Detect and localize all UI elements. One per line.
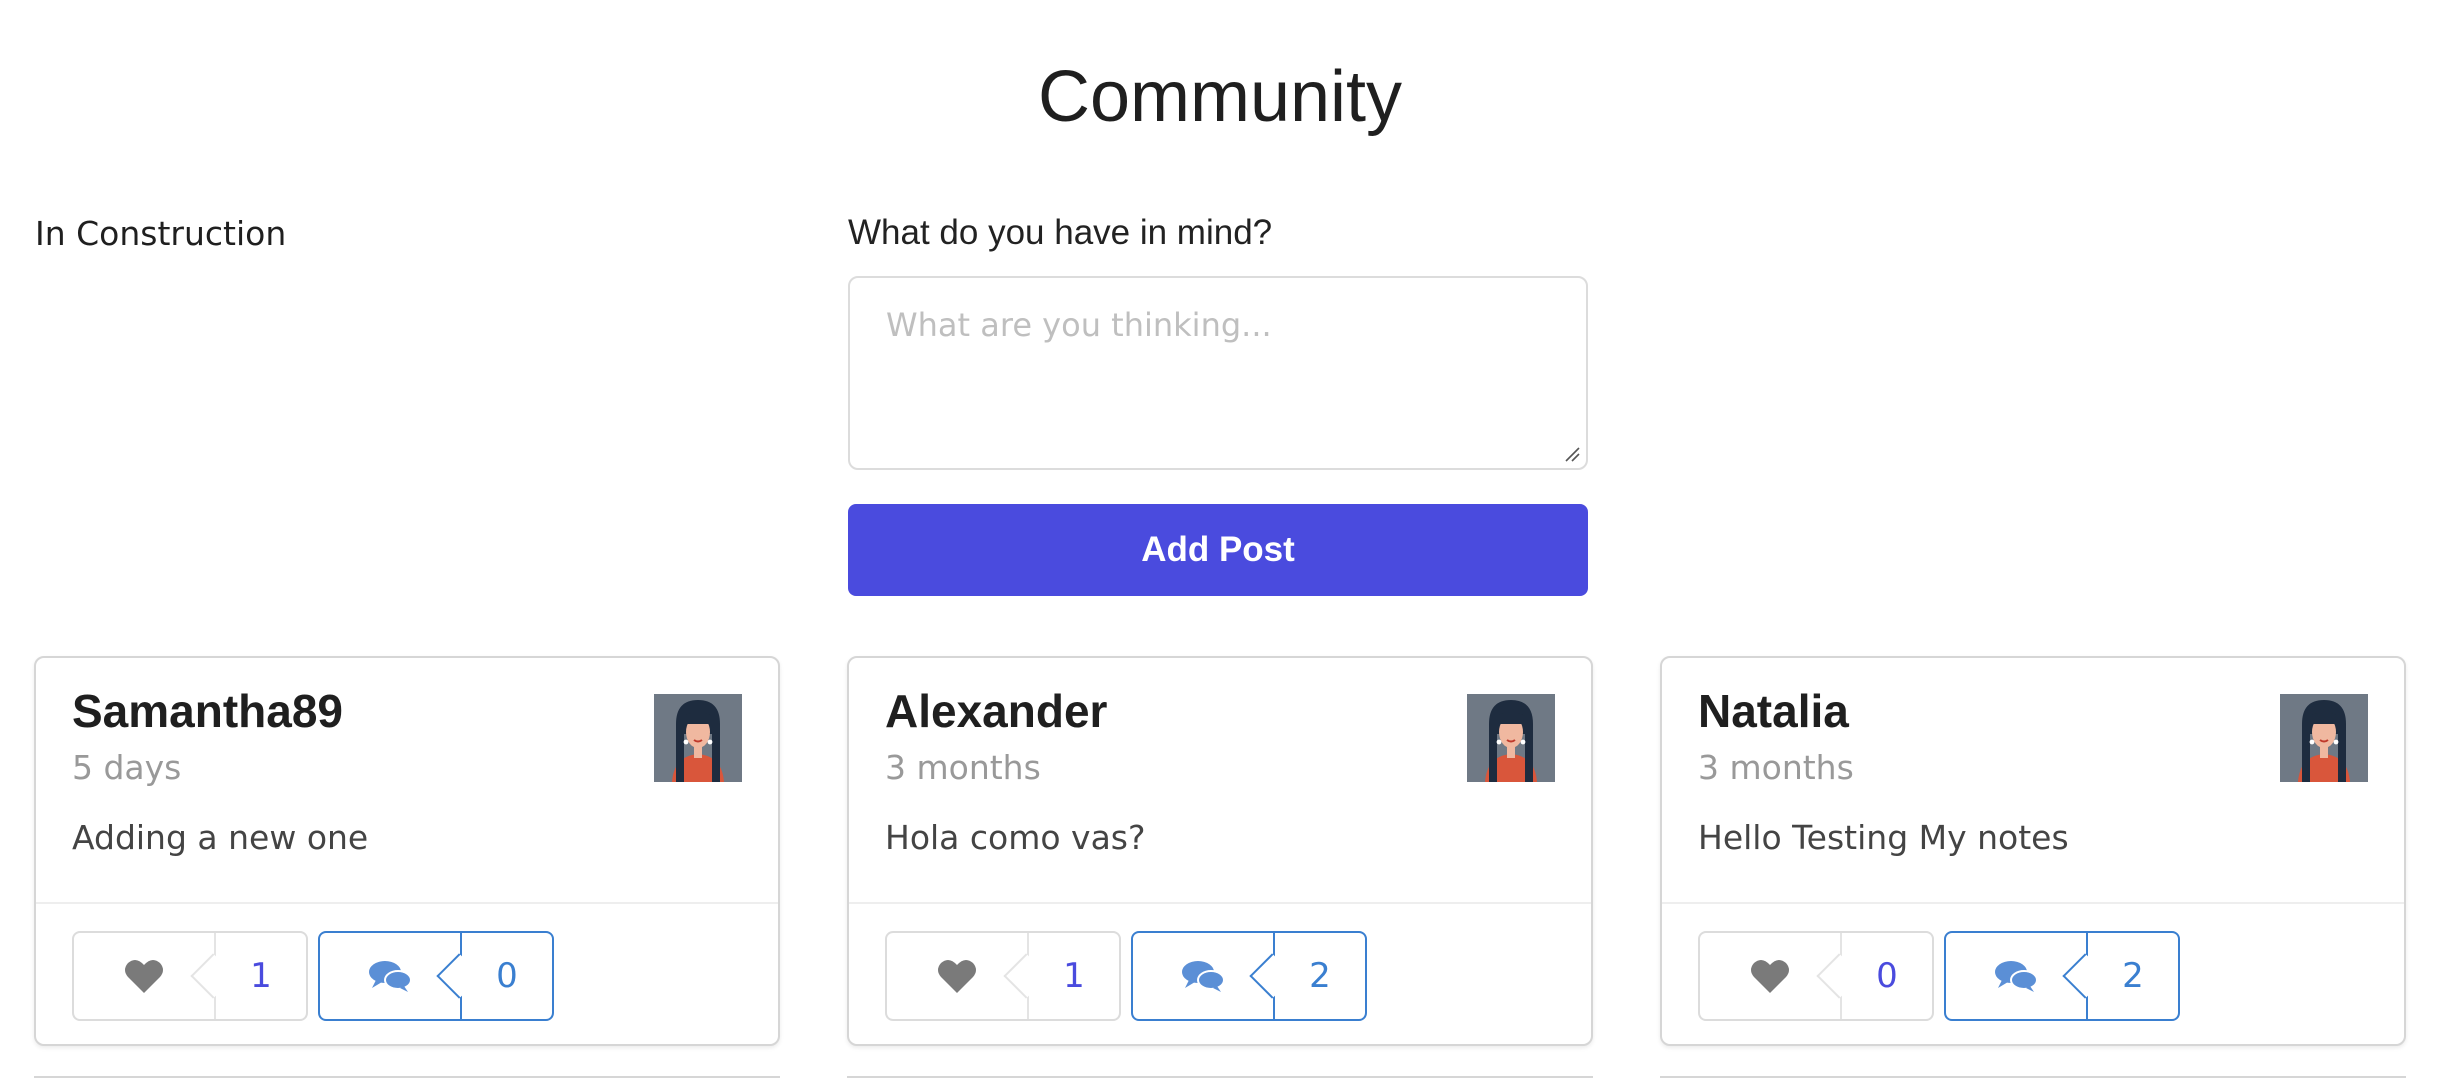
comment-count: 2 [2062,933,2178,1019]
like-button[interactable]: 1 [72,931,308,1021]
comment-button[interactable]: 0 [318,931,554,1021]
woman-avatar-icon[interactable] [2280,694,2368,782]
woman-avatar-icon[interactable] [654,694,742,782]
like-count: 1 [190,933,306,1019]
comment-count-value: 2 [2122,956,2144,996]
post-author[interactable]: Alexander [885,684,1107,738]
resize-handle-icon[interactable] [1564,446,1580,462]
composer-label: What do you have in mind? [848,213,1273,252]
next-card-edge [847,1076,1593,1082]
like-count: 1 [1003,933,1119,1019]
post-time: 3 months [1698,748,1854,787]
comment-button[interactable]: 2 [1944,931,2180,1021]
post-card: Alexander 3 months Hola como vas? 1 2 [847,656,1593,1046]
post-text: Hello Testing My notes [1698,818,2069,857]
post-text: Adding a new one [72,818,369,857]
woman-avatar-icon[interactable] [1467,694,1555,782]
post-composer: What do you have in mind? What are you t… [848,208,1588,596]
next-card-edge [34,1076,780,1082]
comment-count-value: 2 [1309,956,1331,996]
post-card: Natalia 3 months Hello Testing My notes [1660,656,2406,1046]
post-time: 3 months [885,748,1041,787]
like-button[interactable]: 1 [885,931,1121,1021]
post-card: Samantha89 5 days Adding a new one 1 0 [34,656,780,1046]
textarea-placeholder: What are you thinking... [886,306,1272,344]
comment-button[interactable]: 2 [1131,931,1367,1021]
post-author[interactable]: Samantha89 [72,684,343,738]
like-count-value: 0 [1876,956,1898,996]
community-page: Community In Construction What do you ha… [0,0,2440,1082]
post-author[interactable]: Natalia [1698,684,1849,738]
like-count: 0 [1816,933,1932,1019]
comment-count: 2 [1249,933,1365,1019]
page-title: Community [1037,57,1403,137]
add-post-button[interactable]: Add Post [848,504,1588,596]
post-text: Hola como vas? [885,818,1146,857]
post-textarea[interactable]: What are you thinking... [848,276,1588,470]
comment-count-value: 0 [496,956,518,996]
comment-count: 0 [436,933,552,1019]
construction-notice: In Construction [35,214,287,253]
like-count-value: 1 [1063,956,1085,996]
post-time: 5 days [72,748,182,787]
like-button[interactable]: 0 [1698,931,1934,1021]
like-count-value: 1 [250,956,272,996]
next-card-edge [1660,1076,2406,1082]
